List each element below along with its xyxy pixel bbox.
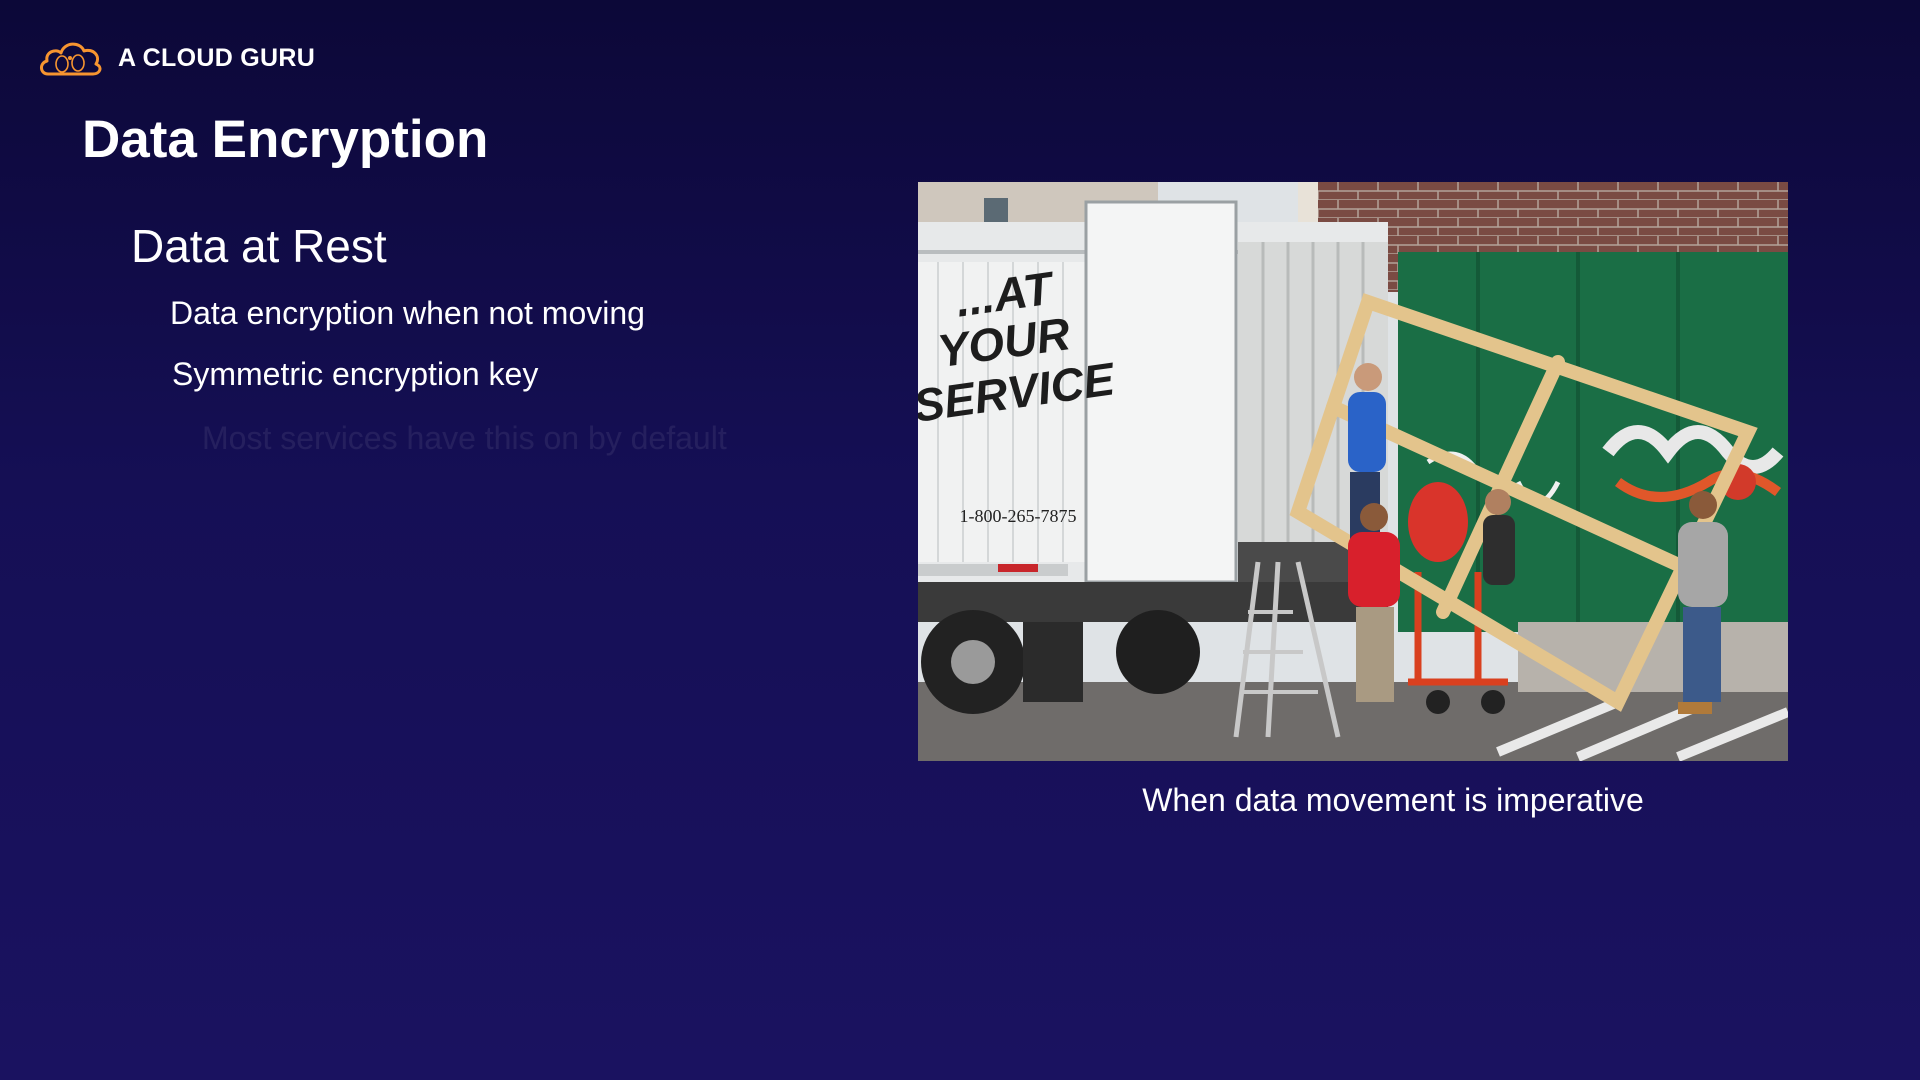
photo-caption: When data movement is imperative <box>1142 782 1644 818</box>
bullet-item: Data encryption when not moving <box>170 295 645 331</box>
brand-logo: A CLOUD GURU <box>38 36 315 80</box>
slide-title: Data Encryption <box>82 110 489 169</box>
truck-phone-number: 1-800-265-7875 <box>960 506 1077 526</box>
brand-name: A CLOUD GURU <box>118 43 316 72</box>
bullet-item-faded: Most services have this on by default <box>202 420 727 456</box>
cloud-logo-icon <box>40 42 102 76</box>
section-heading: Data at Rest <box>131 220 387 272</box>
bullet-item: Symmetric encryption key <box>172 356 539 392</box>
moving-truck-photo: ...AT YOUR SERVICE 1-800-265-7875 <box>918 182 1788 761</box>
